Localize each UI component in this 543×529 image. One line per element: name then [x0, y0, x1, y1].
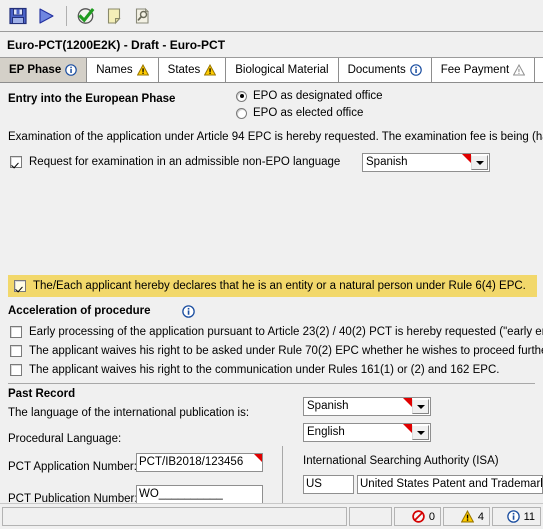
warning-outline-icon: [513, 64, 526, 76]
status-message-panel: [2, 507, 347, 526]
checkbox-box[interactable]: [10, 345, 22, 357]
error-count: 0: [428, 510, 435, 523]
tab-label: EP Phase: [9, 64, 62, 76]
modified-flag-icon: [403, 398, 412, 407]
run-icon[interactable]: [33, 3, 59, 29]
section-divider: [8, 383, 535, 384]
error-counter[interactable]: 0: [394, 507, 441, 526]
info-count: 11: [523, 510, 535, 523]
checkbox-exam-non-epo-language[interactable]: Request for examination in an admissible…: [10, 156, 340, 168]
info-icon[interactable]: [182, 305, 195, 318]
checkbox-early-processing[interactable]: Early processing of the application purs…: [10, 326, 543, 338]
isa-label: International Searching Authority (ISA): [303, 455, 499, 467]
entry-heading: Entry into the European Phase: [8, 93, 176, 105]
application-window: Euro-PCT(1200E2K) - Draft - Euro-PCT EP …: [0, 0, 543, 529]
info-icon: [409, 64, 422, 76]
status-extra-panel: [349, 507, 392, 526]
select-value: Spanish: [307, 400, 349, 412]
tab-label: Names: [96, 64, 133, 76]
radio-label: EPO as elected office: [253, 107, 364, 119]
chevron-down-icon[interactable]: [471, 155, 488, 170]
note-icon[interactable]: [101, 3, 127, 29]
select-value: Spanish: [366, 156, 408, 168]
warning-count: 4: [477, 510, 484, 523]
error-icon: [412, 510, 425, 523]
column-divider: [282, 446, 283, 503]
chevron-down-icon[interactable]: [412, 399, 429, 414]
ep-phase-form: Entry into the European Phase EPO as des…: [0, 83, 543, 503]
warning-counter[interactable]: 4: [443, 507, 490, 526]
modified-flag-icon: [462, 154, 471, 163]
main-toolbar: [0, 0, 543, 32]
page-title: Euro-PCT(1200E2K) - Draft - Euro-PCT: [7, 37, 226, 52]
toolbar-separator: [66, 5, 67, 26]
examination-paragraph: Examination of the application under Art…: [8, 131, 543, 143]
warning-icon: [136, 64, 149, 76]
procedural-language-select[interactable]: English: [303, 423, 431, 442]
publication-language-select[interactable]: Spanish: [303, 397, 431, 416]
checkbox-box[interactable]: [10, 156, 22, 168]
input-value: WO__________: [139, 488, 223, 500]
status-bar: 0 4 11: [0, 503, 543, 529]
tab-fee-payment[interactable]: Fee Payment: [431, 58, 536, 82]
warning-icon: [460, 510, 474, 523]
radio-button[interactable]: [236, 90, 247, 102]
checkbox-box[interactable]: [10, 364, 22, 376]
tab-documents[interactable]: Documents: [338, 58, 432, 82]
tab-names[interactable]: Names: [87, 58, 159, 82]
info-icon: [506, 510, 520, 523]
tab-bar: EP Phase Names States Biological Materia…: [0, 58, 543, 83]
radio-epo-designated[interactable]: EPO as designated office: [236, 90, 383, 102]
checkbox-box[interactable]: [10, 326, 22, 338]
pct-application-number-label: PCT Application Number:: [8, 461, 137, 473]
tab-more[interactable]: Ar: [535, 58, 543, 82]
tab-biological-material[interactable]: Biological Material: [226, 58, 339, 82]
checkbox-waive-rule-70-2[interactable]: The applicant waives his right to be ask…: [10, 345, 543, 357]
radio-label: EPO as designated office: [253, 90, 383, 102]
procedural-language-label: Procedural Language:: [8, 433, 122, 445]
tab-label: Fee Payment: [440, 64, 510, 76]
tab-label: States: [167, 64, 201, 76]
info-counter[interactable]: 11: [492, 507, 541, 526]
document-title-bar: Euro-PCT(1200E2K) - Draft - Euro-PCT: [0, 32, 543, 58]
checkbox-rule-6-4-declaration[interactable]: The/Each applicant hereby declares that …: [8, 275, 537, 297]
pct-publication-number-input[interactable]: WO__________: [136, 485, 263, 503]
checkbox-label: The/Each applicant hereby declares that …: [33, 280, 526, 292]
tab-label: Biological Material: [235, 64, 329, 76]
publication-language-label: The language of the international public…: [8, 407, 250, 419]
acceleration-heading: Acceleration of procedure: [8, 305, 151, 317]
select-value: English: [307, 426, 345, 438]
checkbox-label: Early processing of the application purs…: [29, 326, 543, 338]
input-value: PCT/IB2018/123456: [139, 456, 244, 468]
info-icon: [65, 64, 78, 76]
radio-button[interactable]: [236, 107, 247, 119]
input-value: United States Patent and Trademark O: [360, 478, 543, 490]
modified-flag-icon: [403, 424, 412, 433]
checkbox-label: Request for examination in an admissible…: [29, 156, 341, 168]
tab-states[interactable]: States: [158, 58, 227, 82]
chevron-down-icon[interactable]: [412, 425, 429, 440]
save-icon[interactable]: [5, 3, 31, 29]
pct-application-number-input[interactable]: PCT/IB2018/123456: [136, 453, 263, 472]
tab-ep-phase[interactable]: EP Phase: [0, 58, 88, 82]
exam-language-select[interactable]: Spanish: [362, 153, 490, 172]
checkbox-box[interactable]: [14, 280, 26, 292]
input-value: US: [306, 478, 322, 490]
validate-icon[interactable]: [73, 3, 99, 29]
isa-code-input[interactable]: US: [303, 475, 354, 494]
tab-label: Documents: [347, 64, 406, 76]
checkbox-label: The applicant waives his right to the co…: [29, 364, 500, 376]
preview-icon[interactable]: [129, 3, 155, 29]
checkbox-waive-rule-161-162[interactable]: The applicant waives his right to the co…: [10, 364, 543, 376]
isa-name-input[interactable]: United States Patent and Trademark O: [357, 475, 543, 494]
pct-publication-number-label: PCT Publication Number:: [8, 493, 138, 503]
radio-epo-elected[interactable]: EPO as elected office: [236, 107, 363, 119]
warning-icon: [204, 64, 217, 76]
past-record-heading: Past Record: [8, 388, 76, 400]
checkbox-label: The applicant waives his right to be ask…: [29, 345, 543, 357]
